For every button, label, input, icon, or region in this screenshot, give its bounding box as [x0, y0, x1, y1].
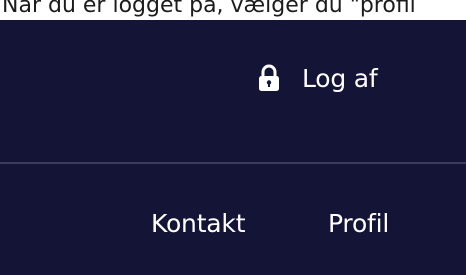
nav-item-kontakt[interactable]: Kontakt	[151, 202, 245, 246]
instruction-caption: Når du er logget på, vælger du "profil	[2, 0, 416, 18]
nav-item-profil[interactable]: Profil	[328, 202, 389, 246]
logout-link[interactable]: Log af	[258, 58, 378, 98]
logout-label: Log af	[302, 63, 378, 93]
site-navbar: Log af Kontakt Profil	[0, 20, 466, 275]
navbar-divider	[0, 162, 466, 164]
lock-icon	[258, 64, 280, 92]
